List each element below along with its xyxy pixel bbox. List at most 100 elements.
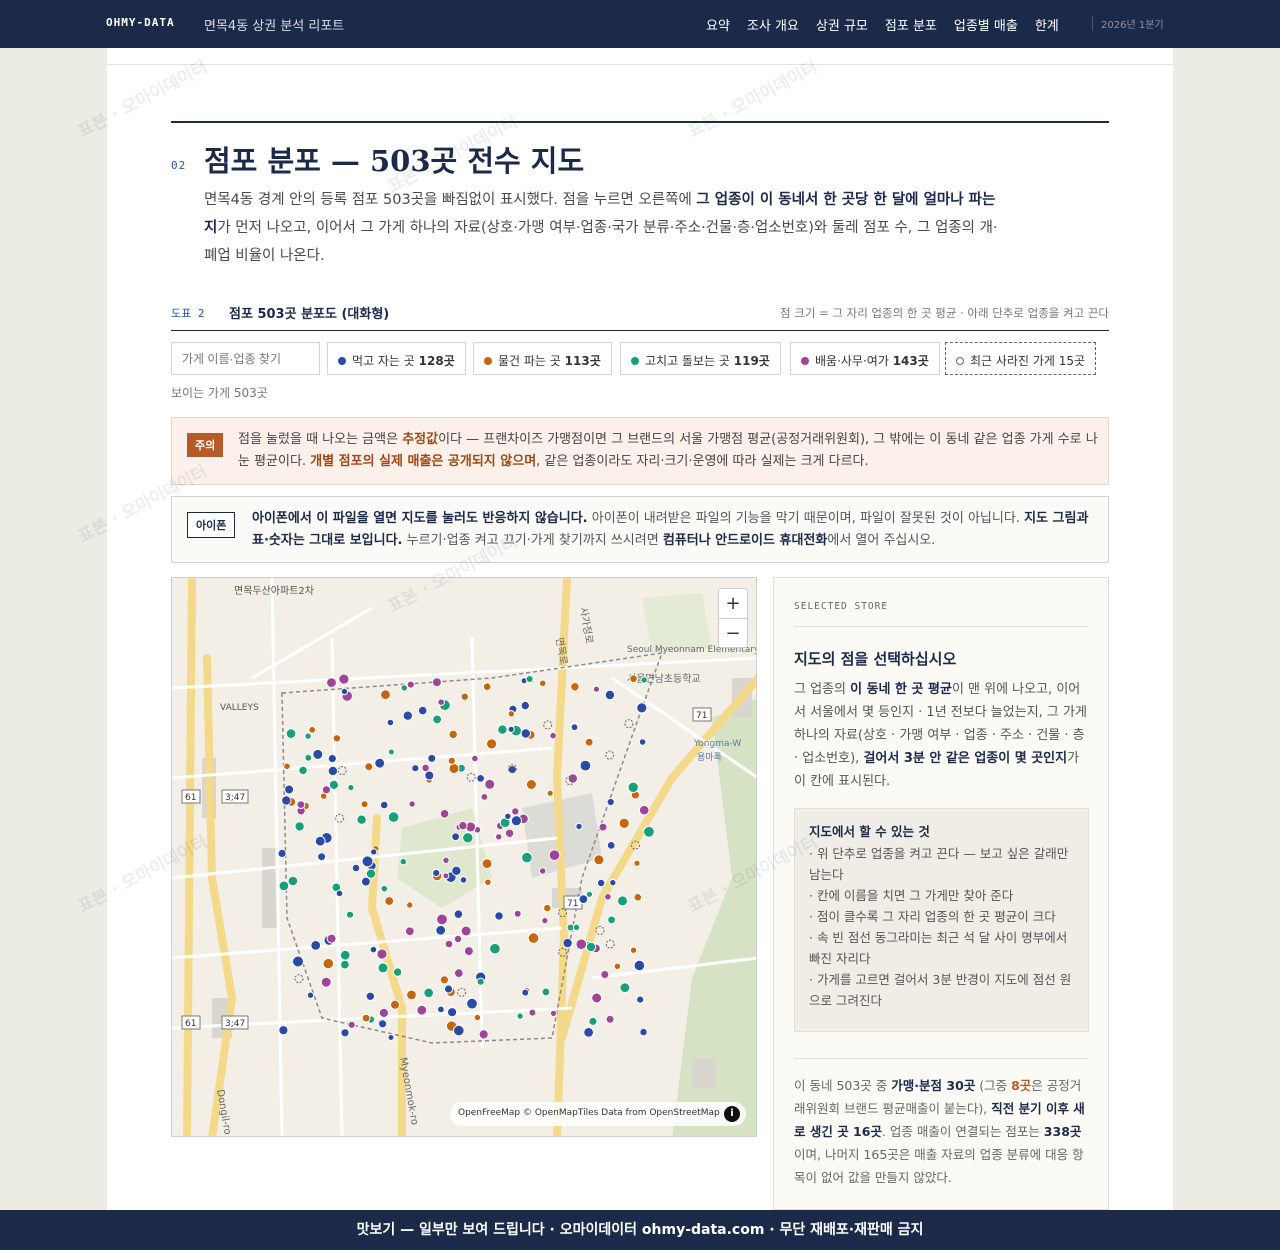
store-dot[interactable]: [439, 975, 449, 985]
store-dot[interactable]: [480, 793, 489, 801]
brand-logo[interactable]: OHMY-DATA: [106, 16, 175, 29]
store-dot[interactable]: [442, 872, 450, 880]
store-dot[interactable]: [600, 970, 610, 979]
store-dot[interactable]: [392, 967, 403, 977]
store-dot[interactable]: [427, 753, 437, 763]
store-dot[interactable]: [484, 778, 496, 790]
map-canvas[interactable]: 면목두산아파트2차 VALLEYS Seoul Myeonnam Element…: [172, 578, 757, 1137]
store-dot[interactable]: [466, 997, 478, 1010]
store-dot[interactable]: [364, 762, 374, 772]
store-dot[interactable]: [435, 924, 447, 936]
store-dot[interactable]: [627, 781, 639, 794]
nav-item-scale[interactable]: 상권 규모: [816, 15, 868, 34]
store-dot[interactable]: [360, 800, 369, 809]
store-search-input[interactable]: [171, 342, 320, 375]
store-dot[interactable]: [399, 858, 408, 866]
store-dot[interactable]: [424, 770, 435, 781]
store-dot[interactable]: [486, 738, 498, 750]
info-icon[interactable]: i: [724, 1106, 740, 1122]
store-dot[interactable]: [585, 890, 593, 898]
store-dot[interactable]: [598, 822, 608, 832]
store-dot[interactable]: [481, 858, 493, 870]
store-dot[interactable]: [643, 825, 655, 838]
store-dot[interactable]: [495, 833, 503, 841]
store-dot[interactable]: [374, 757, 386, 769]
store-dot[interactable]: [378, 1007, 389, 1018]
store-dot[interactable]: [304, 753, 313, 762]
store-dot[interactable]: [478, 1029, 489, 1040]
store-dot[interactable]: [605, 1014, 615, 1024]
store-dot[interactable]: [453, 1024, 465, 1037]
store-dot[interactable]: [453, 909, 464, 920]
store-dot[interactable]: [541, 917, 549, 925]
store-dot[interactable]: [507, 710, 515, 718]
store-dot[interactable]: [604, 893, 612, 901]
store-dot[interactable]: [633, 959, 646, 972]
store-dot[interactable]: [411, 764, 420, 773]
store-dot[interactable]: [421, 763, 430, 773]
store-dot[interactable]: [619, 982, 631, 994]
store-dot[interactable]: [451, 865, 462, 876]
store-dot[interactable]: [513, 909, 522, 918]
filter-chip-education-office[interactable]: 배움·사무·여가 143곳: [790, 342, 940, 375]
store-dot[interactable]: [356, 814, 367, 825]
filter-chip-service[interactable]: 고치고 돌보는 곳 119곳: [620, 342, 781, 375]
store-dot[interactable]: [298, 765, 308, 776]
store-dot[interactable]: [340, 1028, 350, 1038]
nav-item-overview[interactable]: 조사 개요: [747, 15, 799, 34]
store-dot[interactable]: [347, 1020, 356, 1029]
store-dot[interactable]: [549, 731, 557, 740]
closed-store-ring[interactable]: [543, 720, 553, 730]
store-dot[interactable]: [380, 689, 391, 701]
closed-store-ring[interactable]: [595, 926, 605, 935]
store-dot[interactable]: [402, 710, 414, 721]
store-dot[interactable]: [451, 832, 461, 842]
store-dot[interactable]: [308, 725, 317, 734]
store-dot[interactable]: [511, 807, 520, 816]
store-dot[interactable]: [539, 867, 547, 875]
store-dot[interactable]: [575, 822, 583, 831]
store-dot[interactable]: [636, 995, 645, 1004]
store-dot[interactable]: [444, 939, 454, 949]
store-dot[interactable]: [278, 880, 290, 892]
store-dot[interactable]: [497, 724, 508, 735]
store-dot[interactable]: [338, 673, 350, 685]
store-dot[interactable]: [306, 991, 315, 999]
store-dot[interactable]: [453, 934, 463, 944]
store-dot[interactable]: [583, 1027, 595, 1038]
store-dot[interactable]: [439, 809, 450, 819]
store-dot[interactable]: [281, 795, 292, 806]
store-dot[interactable]: [525, 779, 537, 790]
filter-chip-closed[interactable]: 최근 사라진 가게 15곳: [945, 342, 1097, 375]
store-dot[interactable]: [473, 1013, 482, 1022]
store-dot[interactable]: [431, 677, 442, 688]
store-dot[interactable]: [572, 923, 581, 931]
closed-store-ring[interactable]: [624, 719, 634, 729]
store-dot[interactable]: [369, 945, 378, 954]
store-dot[interactable]: [328, 779, 339, 790]
store-dot[interactable]: [386, 718, 395, 727]
store-dot[interactable]: [442, 856, 450, 864]
store-dot[interactable]: [387, 811, 400, 823]
store-dot[interactable]: [617, 895, 628, 907]
zoom-out-button[interactable]: −: [719, 618, 747, 647]
store-dot[interactable]: [516, 1012, 524, 1020]
store-dot[interactable]: [335, 889, 344, 898]
store-dot[interactable]: [320, 976, 332, 988]
store-dot[interactable]: [520, 700, 530, 711]
store-dot[interactable]: [633, 893, 643, 902]
store-dot[interactable]: [327, 754, 337, 764]
store-dot[interactable]: [618, 817, 630, 829]
store-dot[interactable]: [510, 815, 522, 827]
store-dot[interactable]: [596, 878, 606, 888]
store-dot[interactable]: [327, 765, 339, 777]
nav-item-distribution[interactable]: 점포 분포: [885, 15, 937, 34]
store-dot[interactable]: [339, 949, 351, 961]
store-dot[interactable]: [387, 1034, 395, 1041]
store-dot[interactable]: [400, 684, 409, 692]
store-dot[interactable]: [406, 680, 415, 689]
store-dot[interactable]: [448, 763, 460, 774]
store-dot[interactable]: [284, 784, 295, 795]
closed-store-ring[interactable]: [605, 939, 615, 949]
store-dot[interactable]: [549, 1009, 558, 1017]
